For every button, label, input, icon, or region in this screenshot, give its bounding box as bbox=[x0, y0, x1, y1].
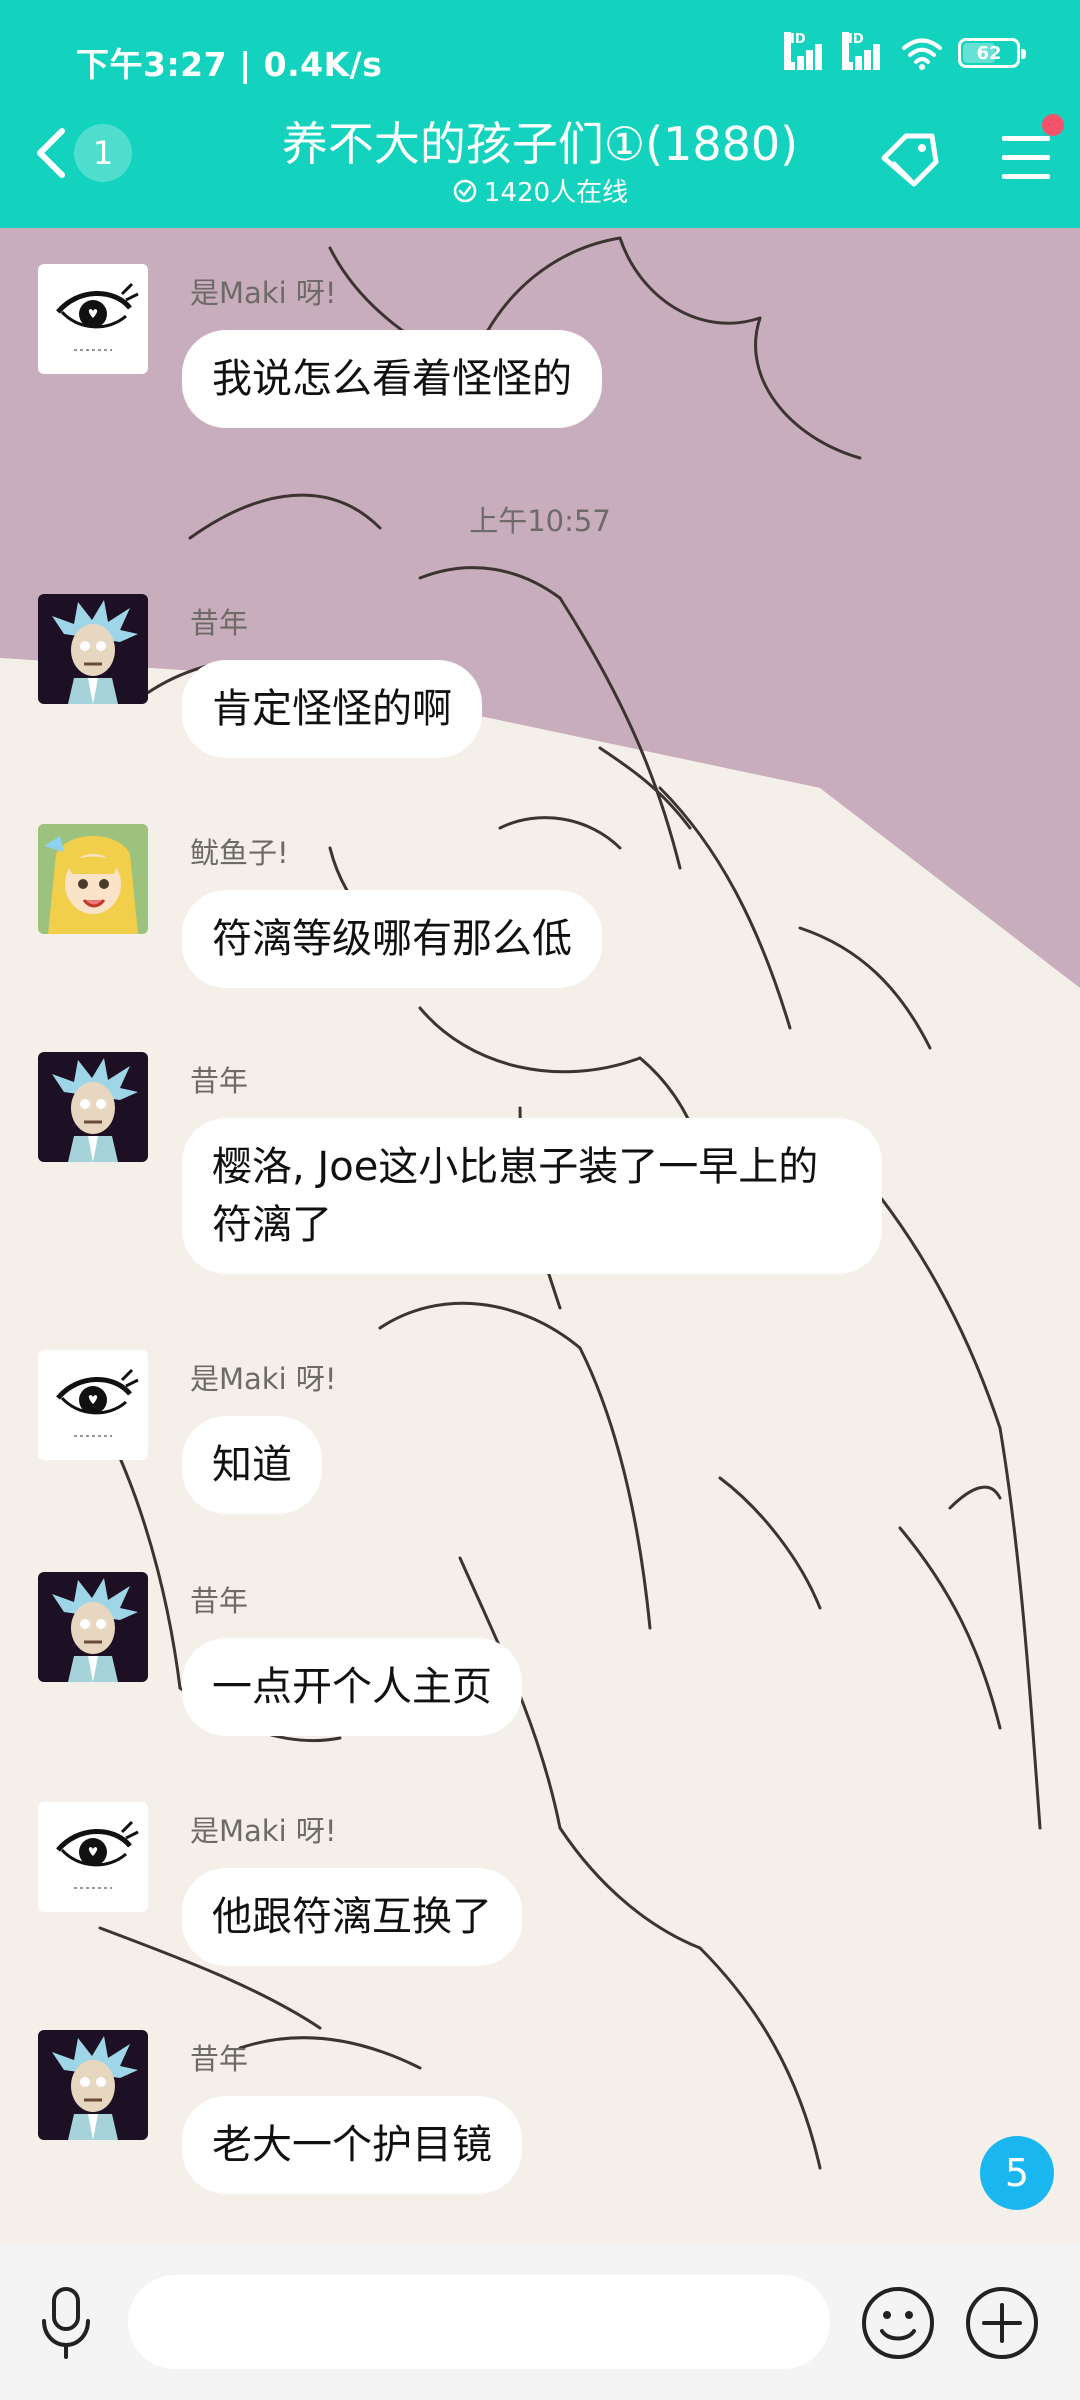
input-bar bbox=[0, 2245, 1080, 2400]
sender-name: 昔年 bbox=[190, 1584, 249, 1618]
eye-avatar[interactable] bbox=[38, 264, 148, 374]
message-bubble[interactable]: 老大一个护目镜 bbox=[182, 2096, 522, 2194]
menu-icon[interactable] bbox=[1000, 134, 1052, 182]
sender-name: 昔年 bbox=[190, 2042, 249, 2076]
unread-messages-badge[interactable]: 5 bbox=[980, 2136, 1054, 2210]
eye-avatar[interactable] bbox=[38, 1802, 148, 1912]
message-bubble[interactable]: 樱洛, Joe这小比崽子装了一早上的符漓了 bbox=[182, 1118, 882, 1274]
rick-avatar[interactable] bbox=[38, 1572, 148, 1682]
battery-icon: 62 bbox=[958, 38, 1026, 68]
wifi-icon bbox=[902, 38, 942, 70]
status-time: 下午3:27 | 0.4K/s bbox=[76, 45, 383, 84]
sender-name: 鱿鱼子! bbox=[190, 836, 289, 870]
tag-hand-icon[interactable] bbox=[876, 128, 944, 192]
rick-avatar[interactable] bbox=[38, 594, 148, 704]
eye-avatar[interactable] bbox=[38, 1350, 148, 1460]
message-bubble[interactable]: 符漓等级哪有那么低 bbox=[182, 890, 602, 988]
battery-level: 62 bbox=[976, 42, 1002, 64]
message-bubble[interactable]: 我说怎么看着怪怪的 bbox=[182, 330, 602, 428]
sender-name: 是Maki 呀! bbox=[190, 1814, 337, 1848]
sender-name: 昔年 bbox=[190, 1064, 249, 1098]
signal-icon: HD bbox=[784, 32, 828, 70]
online-check-icon bbox=[453, 179, 477, 202]
notification-dot bbox=[1042, 114, 1064, 136]
status-icons: HD HD 62 bbox=[784, 32, 1026, 70]
timestamp: 上午10:57 bbox=[469, 504, 611, 538]
online-count: 1420人在线 bbox=[483, 178, 629, 208]
anime-girl-avatar[interactable] bbox=[38, 824, 148, 934]
message-input[interactable] bbox=[128, 2275, 830, 2369]
message-bubble[interactable]: 肯定怪怪的啊 bbox=[182, 660, 482, 758]
sender-name: 是Maki 呀! bbox=[190, 276, 337, 310]
message-bubble[interactable]: 知道 bbox=[182, 1416, 322, 1514]
emoji-icon[interactable] bbox=[860, 2285, 936, 2361]
rick-avatar[interactable] bbox=[38, 1052, 148, 1162]
microphone-icon[interactable] bbox=[36, 2285, 96, 2361]
message-bubble[interactable]: 一点开个人主页 bbox=[182, 1638, 522, 1736]
chat-header: 下午3:27 | 0.4K/s HD HD 62 1 养不大的孩子们①(1880… bbox=[0, 0, 1080, 228]
message-bubble[interactable]: 他跟符漓互换了 bbox=[182, 1868, 522, 1966]
rick-avatar[interactable] bbox=[38, 2030, 148, 2140]
sender-name: 是Maki 呀! bbox=[190, 1362, 337, 1396]
signal-icon: HD bbox=[842, 32, 886, 70]
plus-icon[interactable] bbox=[964, 2285, 1040, 2361]
sender-name: 昔年 bbox=[190, 606, 249, 640]
